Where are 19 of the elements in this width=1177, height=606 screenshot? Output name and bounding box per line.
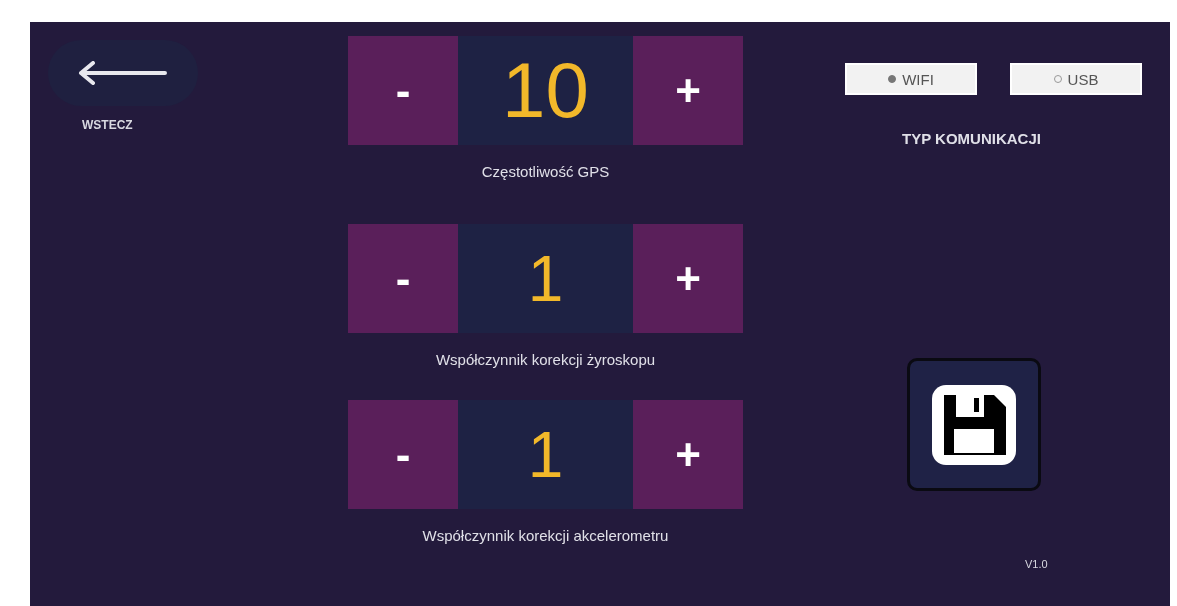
setting-label: Współczynnik korekcji żyroskopu xyxy=(435,351,656,368)
back-label: WSTECZ xyxy=(82,118,133,132)
decrement-button[interactable]: - xyxy=(348,224,458,333)
increment-button[interactable]: + xyxy=(633,400,743,509)
increment-button[interactable]: + xyxy=(633,224,743,333)
radio-option[interactable]: WIFI xyxy=(845,63,977,95)
value-display: 1 xyxy=(458,400,633,509)
value-display: 1 xyxy=(458,224,633,333)
left-arrow-icon xyxy=(77,61,169,85)
communication-type-label: TYP KOMUNIKACJI xyxy=(902,130,1041,147)
radio-option[interactable]: USB xyxy=(1010,63,1142,95)
increment-button[interactable]: + xyxy=(633,36,743,145)
decrement-button[interactable]: - xyxy=(348,400,458,509)
setting-label: Częstotliwość GPS xyxy=(481,163,610,180)
save-button[interactable] xyxy=(907,358,1041,491)
decrement-button[interactable]: - xyxy=(348,36,458,145)
value-display: 10 xyxy=(458,36,633,145)
setting-label: Współczynnik korekcji akcelerometru xyxy=(422,527,669,544)
version-label: V1.0 xyxy=(1025,558,1048,570)
